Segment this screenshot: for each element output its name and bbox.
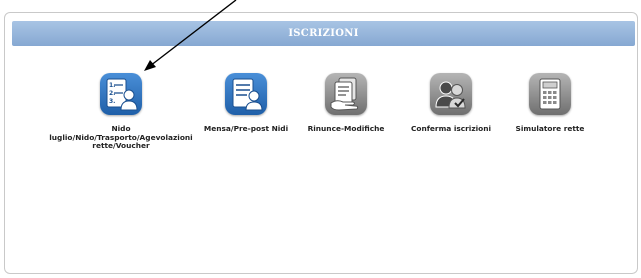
document-person-icon[interactable] (225, 73, 267, 115)
people-check-icon[interactable] (430, 73, 472, 115)
panel-header: ISCRIZIONI (12, 21, 635, 46)
tile-label: Conferma iscrizioni (410, 124, 492, 133)
iscrizioni-panel: ISCRIZIONI 1. 2. 3. Nido luglio/Nido/Tra… (4, 12, 638, 274)
svg-text:3.: 3. (109, 98, 115, 105)
tile-label: Mensa/Pre-post Nidi (203, 124, 289, 133)
tile-conferma[interactable]: Conferma iscrizioni (401, 73, 501, 134)
tile-simulatore[interactable]: Simulatore rette (505, 73, 595, 134)
tile-rinunce[interactable]: Rinunce-Modifiche (301, 73, 391, 134)
tile-mensa[interactable]: Mensa/Pre-post Nidi (201, 73, 291, 134)
tile-label: Rinunce-Modifiche (307, 124, 385, 133)
tile-label: Simulatore rette (515, 124, 585, 133)
documents-hand-icon[interactable] (325, 73, 367, 115)
tile-nido[interactable]: 1. 2. 3. Nido luglio/Nido/Trasporto/Agev… (49, 73, 193, 151)
numbered-list-person-icon[interactable]: 1. 2. 3. (100, 73, 142, 115)
tile-label: Nido luglio/Nido/Trasporto/Agevolazioni … (49, 124, 193, 151)
calculator-icon[interactable] (529, 73, 571, 115)
